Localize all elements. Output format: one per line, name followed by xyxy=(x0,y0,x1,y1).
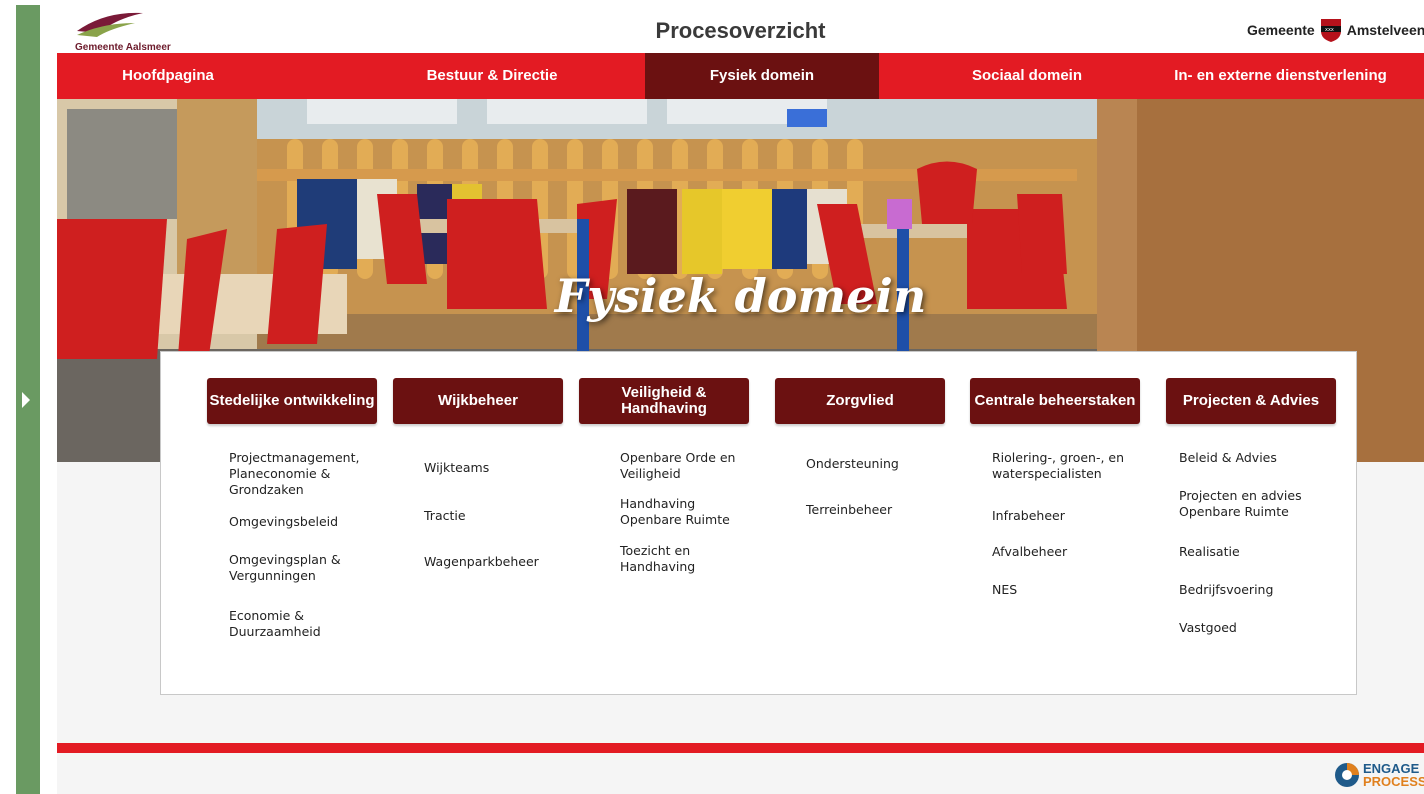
process-item[interactable]: Infrabeheer xyxy=(992,508,1152,524)
hero-title: Fysiek domein xyxy=(554,269,927,323)
nav-hoofdpagina[interactable]: Hoofdpagina xyxy=(57,53,279,99)
nav-fysiek-domein[interactable]: Fysiek domein xyxy=(645,53,879,99)
process-item[interactable]: Vastgoed xyxy=(1179,620,1339,636)
process-item[interactable]: Afvalbeheer xyxy=(992,544,1152,560)
process-item[interactable]: Riolering-, groen-, en waterspecialisten xyxy=(992,450,1157,482)
expand-panel-arrow-icon[interactable] xyxy=(22,392,30,408)
process-item[interactable]: Handhaving Openbare Ruimte xyxy=(620,496,745,528)
process-item[interactable]: Realisatie xyxy=(1179,544,1339,560)
process-item[interactable]: NES xyxy=(992,582,1152,598)
amstelveen-logo-name: Amstelveen xyxy=(1346,22,1424,38)
column-centrale-beheerstaken: Centrale beheerstaken Riolering-, groen-… xyxy=(970,378,1140,597)
process-item[interactable]: Bedrijfsvoering xyxy=(1179,582,1339,598)
process-item[interactable]: Omgevingsplan & Vergunningen xyxy=(229,552,389,584)
amstelveen-shield-icon: xxx xyxy=(1320,19,1341,42)
process-item[interactable]: Wagenparkbeheer xyxy=(424,554,584,570)
page-frame: Gemeente Aalsmeer Procesoverzicht Gemeen… xyxy=(57,5,1424,794)
category-veiligheid-handhaving-button[interactable]: Veiligheid & Handhaving xyxy=(579,378,749,424)
process-card: Stedelijke ontwikkeling Projectmanagemen… xyxy=(160,351,1357,695)
category-zorgvlied-button[interactable]: Zorgvlied xyxy=(775,378,945,424)
amstelveen-logo-prefix: Gemeente xyxy=(1247,22,1315,38)
main-nav: Hoofdpagina Bestuur & Directie Fysiek do… xyxy=(57,53,1424,99)
amstelveen-logo[interactable]: Gemeente xxx Amstelveen xyxy=(1247,16,1424,44)
column-wijkbeheer: Wijkbeheer Wijkteams Tractie Wagenparkbe… xyxy=(393,378,563,569)
engage-brand-bottom: PROCESS xyxy=(1363,774,1424,789)
column-zorgvlied: Zorgvlied Ondersteuning Terreinbeheer xyxy=(775,378,945,517)
footer-bar xyxy=(57,743,1424,753)
process-item[interactable]: Toezicht en Handhaving xyxy=(620,543,740,575)
engage-process-icon xyxy=(1335,763,1359,787)
category-stedelijke-ontwikkeling-button[interactable]: Stedelijke ontwikkeling xyxy=(207,378,377,424)
svg-text:xxx: xxx xyxy=(1325,27,1334,33)
category-wijkbeheer-button[interactable]: Wijkbeheer xyxy=(393,378,563,424)
column-stedelijke-ontwikkeling: Stedelijke ontwikkeling Projectmanagemen… xyxy=(207,378,377,639)
nav-dienstverlening[interactable]: In- en externe dienstverlening xyxy=(1137,53,1424,99)
process-item[interactable]: Wijkteams xyxy=(424,460,584,476)
column-projecten-advies: Projecten & Advies Beleid & Advies Proje… xyxy=(1166,378,1336,635)
process-item[interactable]: Beleid & Advies xyxy=(1179,450,1339,466)
column-veiligheid-handhaving: Veiligheid & Handhaving Openbare Orde en… xyxy=(579,378,749,574)
process-item[interactable]: Ondersteuning xyxy=(806,456,966,472)
process-item[interactable]: Omgevingsbeleid xyxy=(229,514,389,530)
engage-process-logo[interactable]: ENGAGE PROCESS xyxy=(1334,759,1424,791)
page-title: Procesoverzicht xyxy=(655,18,826,43)
process-item[interactable]: Openbare Orde en Veiligheid xyxy=(620,450,740,482)
process-item[interactable]: Projecten en advies Openbare Ruimte xyxy=(1179,488,1339,520)
nav-bestuur-directie[interactable]: Bestuur & Directie xyxy=(379,53,605,99)
category-centrale-beheerstaken-button[interactable]: Centrale beheerstaken xyxy=(970,378,1140,424)
header: Gemeente Aalsmeer Procesoverzicht Gemeen… xyxy=(57,5,1424,53)
nav-sociaal-domein[interactable]: Sociaal domein xyxy=(925,53,1129,99)
process-item[interactable]: Terreinbeheer xyxy=(806,502,966,518)
process-item[interactable]: Tractie xyxy=(424,508,584,524)
process-item[interactable]: Projectmanagement, Planeconomie & Grondz… xyxy=(229,450,389,498)
process-item[interactable]: Economie & Duurzaamheid xyxy=(229,608,389,640)
category-projecten-advies-button[interactable]: Projecten & Advies xyxy=(1166,378,1336,424)
